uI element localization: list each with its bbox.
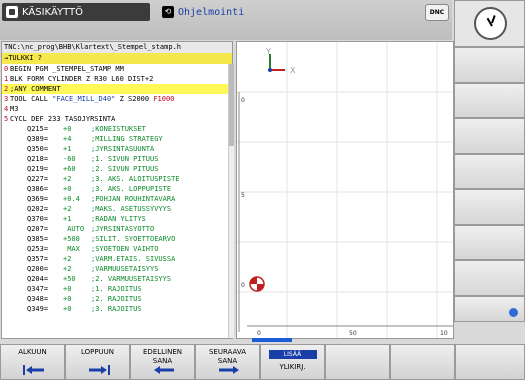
softkey-empty[interactable] [455,344,525,380]
param-line[interactable]: Q215= +0 ;KONEISTUKSET [2,124,232,134]
program-path: TNC:\nc_prog\BHB\Klartext\_Stempel_stamp… [2,42,232,53]
program-editor[interactable]: TNC:\nc_prog\BHB\Klartext\_Stempel_stamp… [1,41,234,339]
mode-program-label: Ohjelmointi [178,6,245,18]
graphics-view[interactable]: Y X 0 5 0 0 50 10 [236,41,454,339]
param-line[interactable]: Q253= MAX ;SYOETOEN VAIHTO [2,244,232,254]
editor-scrollbar[interactable] [228,64,234,338]
softkey-next-word[interactable]: SEURAAVA SANA [195,344,260,380]
manual-mode-icon [6,6,18,18]
softkey-vertical[interactable] [454,47,525,83]
ruler-bottom-tick: 0 [257,330,261,337]
softkey-vertical[interactable] [454,82,525,118]
softkey-vertical[interactable] [454,189,525,225]
program-line-selected[interactable]: 2 ;ANY COMMENT [2,84,232,94]
param-line[interactable]: Q370= +1 ;RADAN YLITYS [2,214,232,224]
softkey-vertical[interactable] [454,153,525,189]
ruler-bottom-tick: 10 [440,330,448,337]
mode-program-tab[interactable]: ⟲ Ohjelmointi [162,3,372,21]
softkey-vertical[interactable] [454,295,525,322]
dnc-badge[interactable]: DNC [425,4,449,21]
program-lines: 0 BEGIN PGM _STEMPEL_STAMP MM 1 BLK FORM C… [2,64,232,314]
mode-manual-label: KÄSIKÄYTTÖ [22,6,83,18]
horizontal-softkey-bar: ALKUUN LOPPUUN EDELLINEN SANA SEURAAVA SAN… [0,344,525,380]
header-bar: KÄSIKÄYTTÖ ⟲ Ohjelmointi DNC [0,0,452,40]
param-line[interactable]: Q385= +500 ;SILIT. SYOETTOEARVO [2,234,232,244]
softkey-vertical[interactable] [454,224,525,260]
program-line[interactable]: 3 TOOL CALL "FACE_MILL_D40" Z S2000 F1000 [2,94,232,104]
progress-indicator [252,338,292,342]
graphics-canvas: Y X 0 5 0 0 50 10 [237,42,453,338]
editor-mode-label: →TULKKI ? [2,53,232,64]
origin-marker-icon [249,276,265,292]
param-line[interactable]: Q349= +0 ;3. RAJOITUS [2,304,232,314]
arrow-right-icon [219,366,239,374]
softkey-end[interactable]: LOPPUUN [65,344,130,380]
ruler-bottom-tick: 50 [349,330,357,337]
softkey-insert-overwrite[interactable]: LISÄÄ YLIKIRJ. [260,344,325,380]
param-line[interactable]: Q227= +2 ;3. AKS. ALOITUSPISTE [2,174,232,184]
vertical-softkey-bar [454,47,525,341]
ruler-left-tick: 5 [241,192,245,199]
ruler-left-tick: 0 [241,282,245,289]
program-line[interactable]: 0 BEGIN PGM _STEMPEL_STAMP MM [2,64,232,74]
param-line[interactable]: Q219= +60 ;2. SIVUN PITUUS [2,164,232,174]
param-line[interactable]: Q218= -60 ;1. SIVUN PITUUS [2,154,232,164]
param-line[interactable]: Q207= AUTO ;JYRSINTASYOTTO [2,224,232,234]
mode-manual-tab[interactable]: KÄSIKÄYTTÖ [2,3,150,21]
param-line[interactable]: Q202= +2 ;MAKS. ASETUSSYVYYS [2,204,232,214]
axis-x-label: X [290,66,296,75]
softkey-start[interactable]: ALKUUN [0,344,65,380]
arrow-left-start-icon [23,365,44,375]
softkey-vertical[interactable] [454,118,525,154]
param-line[interactable]: Q200= +2 ;VARMUUSETAISYYS [2,264,232,274]
arrow-right-end-icon [89,365,110,375]
param-line[interactable]: Q386= +0 ;3. AKS. LOPPUPISTE [2,184,232,194]
param-line[interactable]: Q389= +4 ;MILLING STRATEGY [2,134,232,144]
softkey-empty[interactable] [325,344,390,380]
program-line[interactable]: 5 CYCL DEF 233 TASOJYRSINTA [2,114,232,124]
param-line[interactable]: Q347= +0 ;1. RAJOITUS [2,284,232,294]
softkey-empty[interactable] [390,344,455,380]
clock-icon [474,7,507,40]
param-line[interactable]: Q348= +0 ;2. RAJOITUS [2,294,232,304]
ruler-left-tick: 0 [241,97,245,104]
scrollbar-thumb[interactable] [229,64,234,146]
param-line[interactable]: Q357= +2 ;VARM.ETAIS. SIVUSSA [2,254,232,264]
axis-y-label: Y [265,47,271,56]
softkey-vertical[interactable] [454,260,525,296]
status-dot-icon [509,307,518,317]
arrow-left-icon [154,366,174,374]
clock-panel [454,0,525,47]
program-line[interactable]: 1 BLK FORM CYLINDER Z R30 L60 DIST+2 [2,74,232,84]
axis-indicator-icon [268,54,285,72]
param-line[interactable]: Q369= +0.4 ;POHJAN ROUHINTAVARA [2,194,232,204]
softkey-previous-word[interactable]: EDELLINEN SANA [130,344,195,380]
program-line[interactable]: 4 M3 [2,104,232,114]
param-line[interactable]: Q350= +1 ;JYRSINTASUUNTA [2,144,232,154]
program-mode-icon: ⟲ [162,6,174,18]
param-line[interactable]: Q204= +50 ;2. VARMUUSETAISYYS [2,274,232,284]
